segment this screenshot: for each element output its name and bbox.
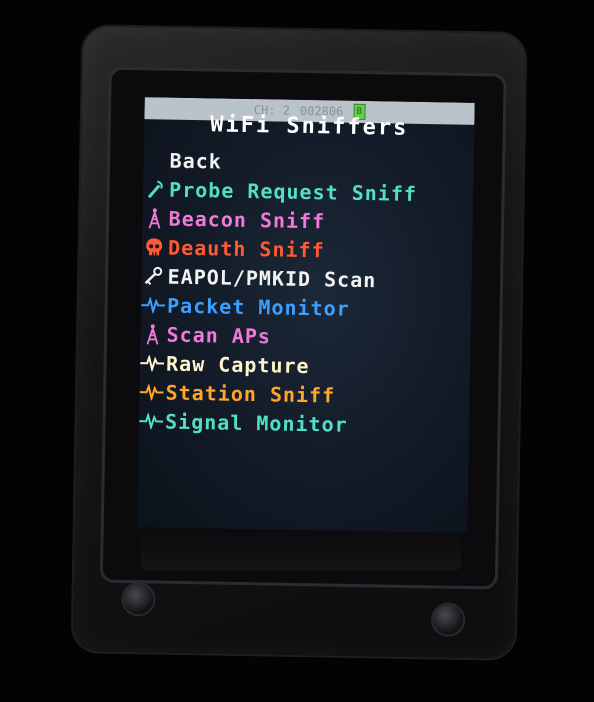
menu-item-label: Back	[169, 148, 223, 174]
menu-item-signal-monitor[interactable]: Signal Monitor	[139, 406, 469, 441]
sniffer-menu: Back Probe Request Sniff Beacon Sniff Deaut…	[139, 145, 474, 441]
menu-item-label: Signal Monitor	[164, 409, 348, 437]
skull-icon	[142, 237, 166, 257]
left-button[interactable]	[123, 583, 154, 615]
pulse-icon	[141, 296, 166, 314]
menu-item-label: Scan APs	[166, 322, 272, 348]
probe-wand-icon	[143, 179, 167, 199]
right-button[interactable]	[432, 604, 464, 635]
tower-icon	[140, 323, 164, 345]
tower-icon	[142, 207, 166, 229]
menu-item-label: Beacon Sniff	[168, 206, 326, 233]
menu-item-label: Packet Monitor	[166, 293, 350, 321]
menu-item-label: Probe Request Sniff	[168, 177, 418, 206]
page-title: WiFi Sniffers	[209, 112, 409, 141]
pulse-icon	[139, 383, 164, 401]
display-screen: CH: 2 002806 B WiFi Sniffers Back Probe R…	[137, 97, 475, 533]
key-icon	[141, 266, 165, 286]
menu-item-label: EAPOL/PMKID Scan	[167, 264, 377, 292]
pulse-icon	[139, 412, 164, 430]
menu-item-label: Deauth Sniff	[167, 235, 325, 262]
menu-item-label: Station Sniff	[165, 380, 336, 408]
pulse-icon	[140, 354, 165, 372]
menu-item-label: Raw Capture	[165, 351, 310, 378]
screen-reflection	[141, 530, 461, 570]
